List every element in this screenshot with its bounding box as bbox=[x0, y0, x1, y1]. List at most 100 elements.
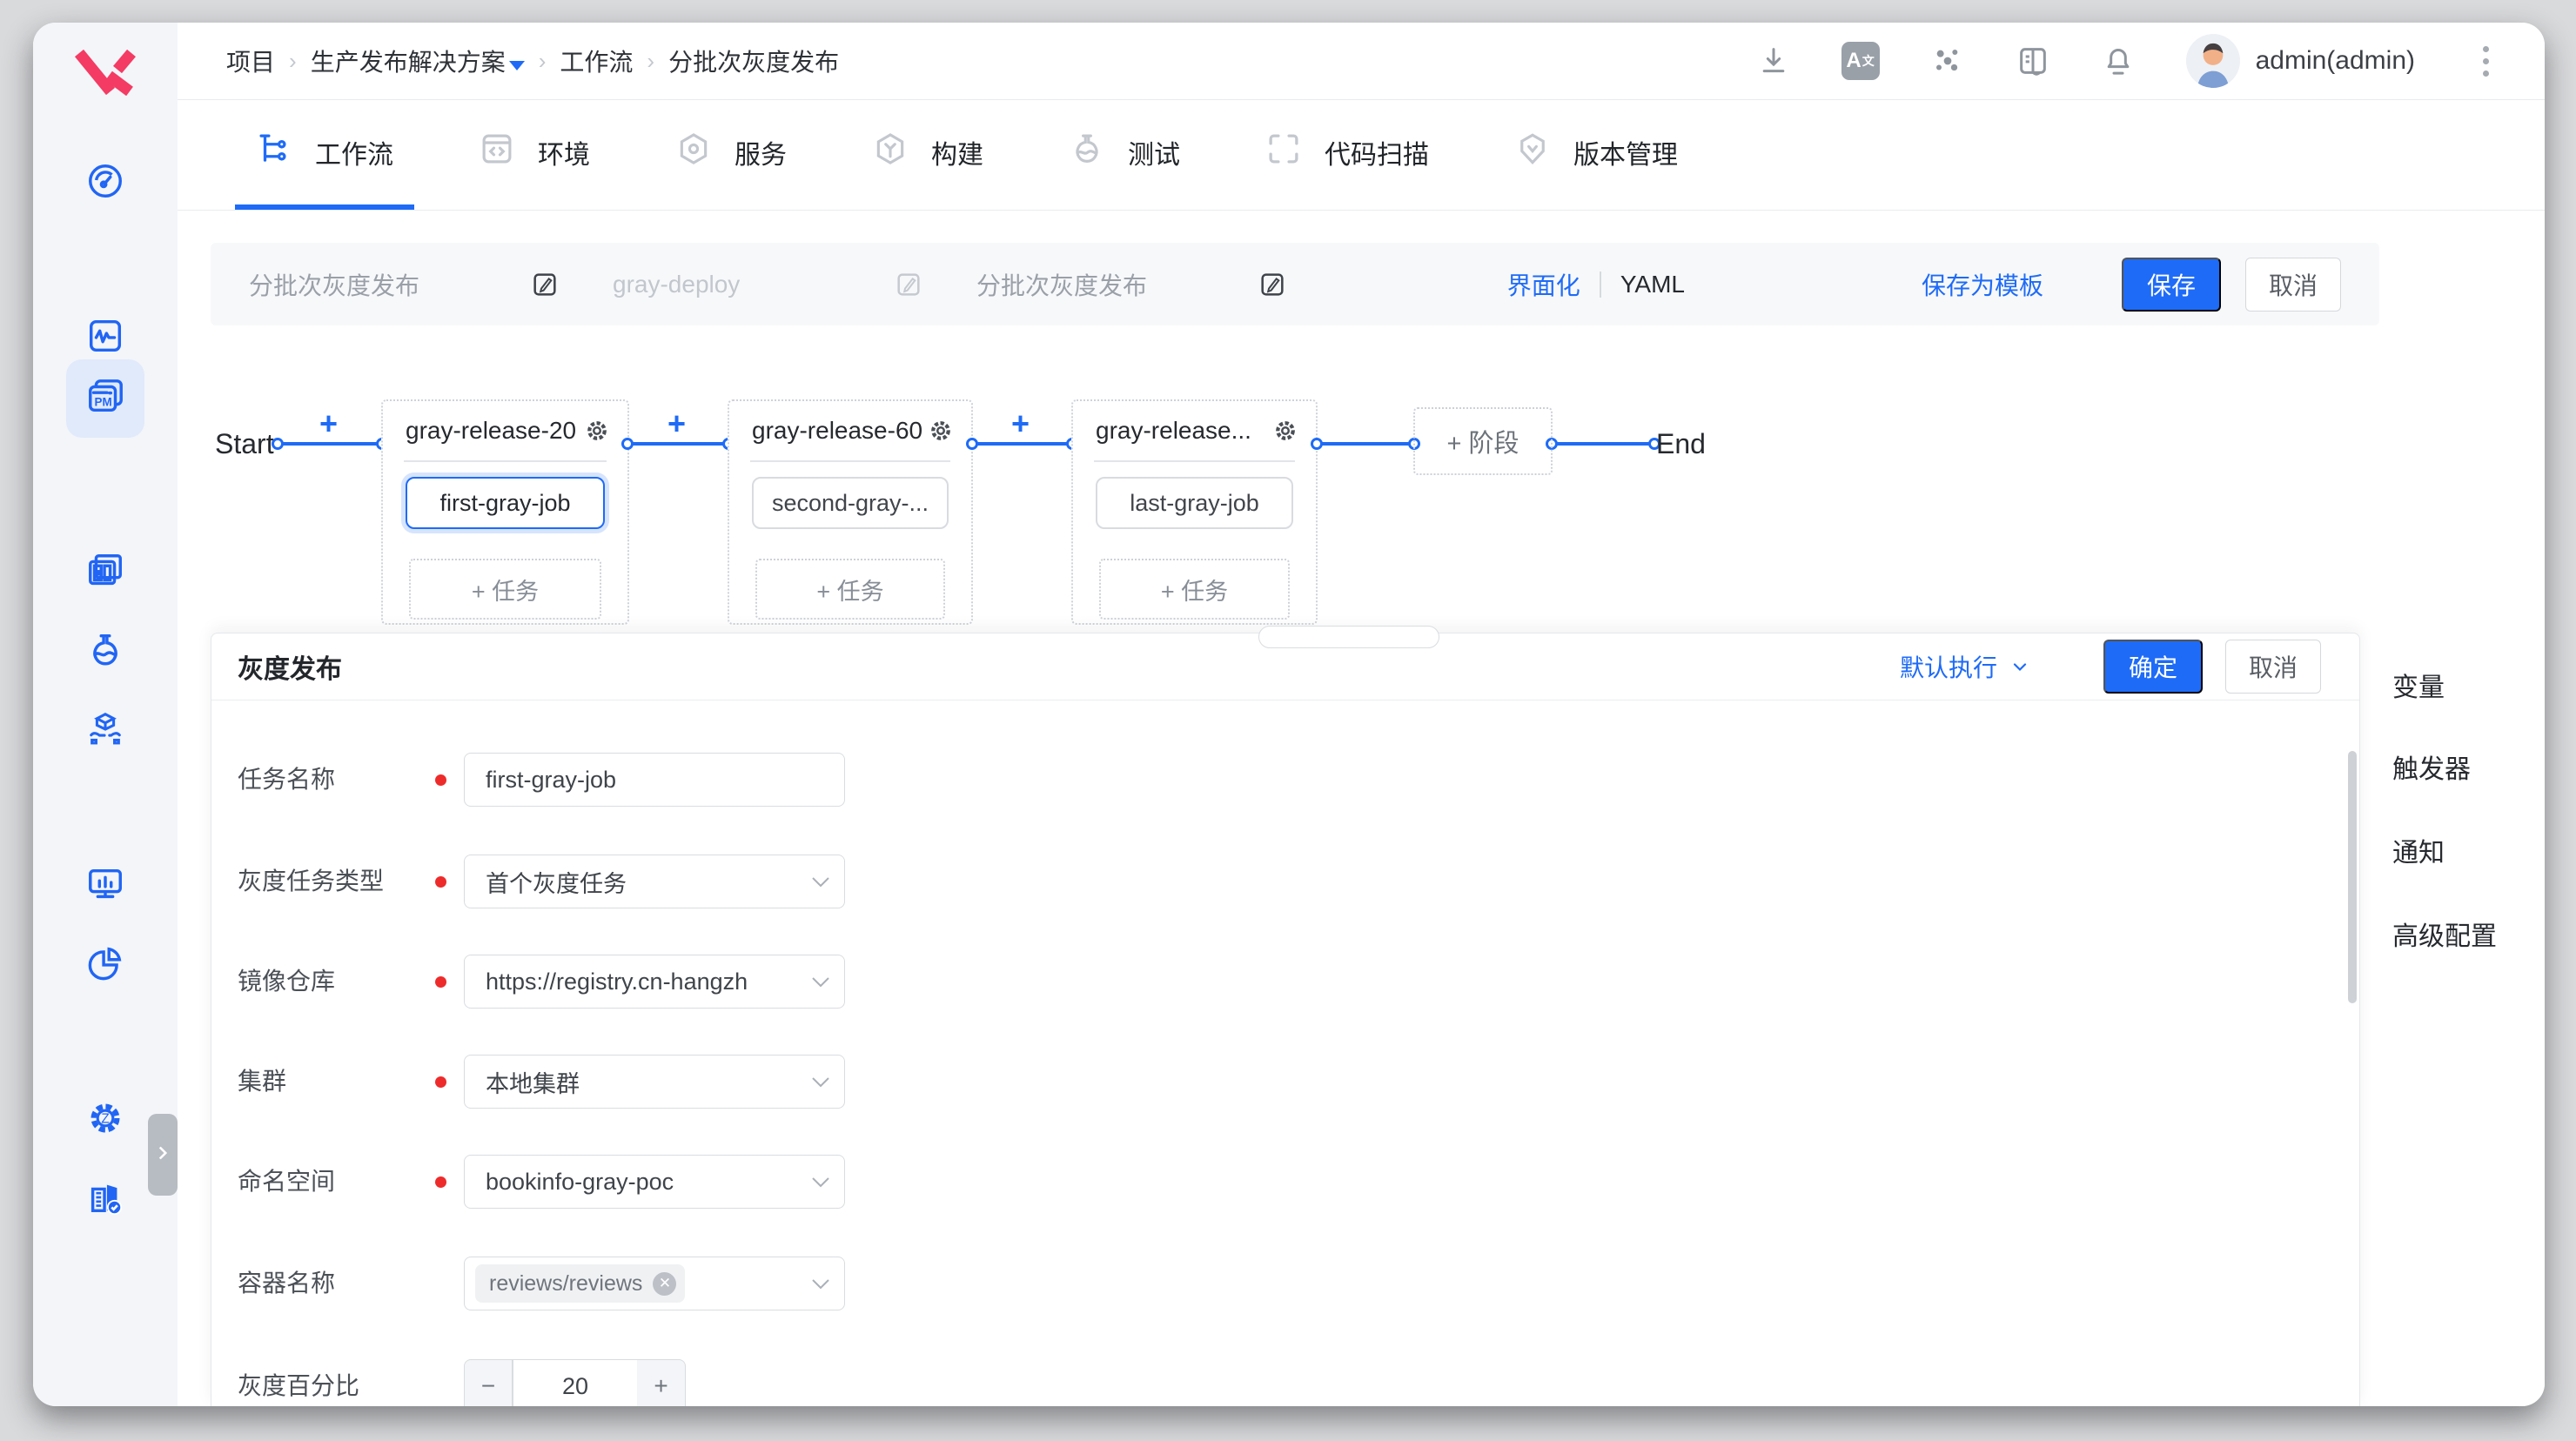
form-row-task-name: 任务名称 bbox=[238, 753, 2324, 807]
main-area: 项目 › 生产发布解决方案 › 工作流 › 分批次灰度发布 A文 admin(a… bbox=[178, 23, 2545, 1406]
execution-mode-select[interactable]: 默认执行 bbox=[1900, 649, 2030, 684]
image-registry-select[interactable]: https://registry.cn-hangzh bbox=[464, 955, 845, 1009]
field-label: 灰度百分比 bbox=[238, 1372, 360, 1399]
sidebar-item-delivery[interactable] bbox=[66, 692, 144, 770]
sidebar-item-reports[interactable] bbox=[66, 533, 144, 612]
form-row-gray-percentage: 灰度百分比 − 20 + bbox=[238, 1359, 2324, 1406]
chip-remove-icon[interactable]: ✕ bbox=[653, 1271, 677, 1296]
select-value: bookinfo-gray-poc bbox=[486, 1168, 674, 1195]
app-window: PM Z 项目 › 生产发布解决方案 › 工作流 › 分批次灰度发布 A 文 a… bbox=[33, 23, 2545, 1406]
settings-gear-icon: Z bbox=[85, 1098, 125, 1143]
namespace-select[interactable]: bookinfo-gray-poc bbox=[464, 1155, 845, 1209]
flask-icon bbox=[85, 630, 125, 674]
add-stage-plus-button[interactable]: + bbox=[667, 405, 686, 442]
sidebar-item-settings[interactable]: Z bbox=[66, 1081, 144, 1159]
chevron-down-icon bbox=[812, 877, 829, 888]
execution-mode-label: 默认执行 bbox=[1899, 654, 1997, 681]
sidebar-collapse-toggle[interactable] bbox=[148, 1114, 178, 1196]
project-pm-icon: PM bbox=[85, 377, 125, 421]
field-label: 镜像仓库 bbox=[238, 968, 336, 995]
gray-percentage-stepper: − 20 + bbox=[464, 1359, 686, 1406]
gray-task-type-select[interactable]: 首个灰度任务 bbox=[464, 855, 845, 908]
select-value: 首个灰度任务 bbox=[486, 870, 627, 897]
stage-settings-gear-icon[interactable] bbox=[584, 418, 610, 444]
workflow-connector bbox=[1546, 438, 1660, 450]
form-row-gray-task-type: 灰度任务类型 首个灰度任务 bbox=[238, 855, 2324, 908]
rail-item-notifications[interactable]: 通知 bbox=[2392, 831, 2445, 869]
svg-text:Z: Z bbox=[101, 1111, 109, 1126]
add-task-button[interactable]: + 任务 bbox=[1099, 559, 1290, 620]
chevron-down-icon bbox=[2013, 663, 2027, 672]
workflow-stage-1: gray-release-20 first-gray-job + 任务 bbox=[381, 399, 629, 625]
add-stage-plus-button[interactable]: + bbox=[319, 405, 338, 442]
workflow-connector bbox=[966, 438, 1078, 450]
task-name-input-value[interactable] bbox=[465, 766, 844, 794]
left-sidebar: PM Z bbox=[33, 23, 178, 1406]
required-dot bbox=[435, 774, 446, 786]
required-dot bbox=[435, 1176, 446, 1188]
field-label: 任务名称 bbox=[238, 766, 336, 793]
form-row-namespace: 命名空间 bookinfo-gray-poc bbox=[238, 1155, 2324, 1209]
stepper-increase-button[interactable]: + bbox=[637, 1359, 686, 1406]
sidebar-item-project-management[interactable]: PM bbox=[66, 359, 144, 438]
stage-name[interactable]: gray-release-60 bbox=[752, 417, 922, 445]
stage-name[interactable]: gray-release... bbox=[1096, 417, 1251, 445]
add-stage-plus-button[interactable]: + bbox=[1011, 405, 1030, 442]
rail-item-triggers[interactable]: 触发器 bbox=[2392, 747, 2471, 786]
cluster-select[interactable]: 本地集群 bbox=[464, 1055, 845, 1109]
add-stage-button[interactable]: + 阶段 bbox=[1413, 407, 1553, 475]
form-row-container-name: 容器名称 reviews/reviews ✕ bbox=[238, 1257, 2324, 1310]
brand-logo-x-icon bbox=[69, 49, 142, 97]
stage-divider bbox=[750, 460, 950, 462]
chevron-down-icon bbox=[812, 1279, 829, 1290]
workflow-connector bbox=[1311, 438, 1420, 450]
field-label: 命名空间 bbox=[238, 1168, 336, 1195]
stepper-value[interactable]: 20 bbox=[513, 1359, 637, 1406]
svg-text:PM: PM bbox=[95, 395, 112, 408]
stage-settings-gear-icon[interactable] bbox=[928, 418, 954, 444]
required-dot bbox=[435, 1076, 446, 1088]
panel-vertical-scrollbar[interactable] bbox=[2348, 751, 2357, 1003]
stepper-decrease-button[interactable]: − bbox=[464, 1359, 513, 1406]
select-value: https://registry.cn-hangzh bbox=[486, 968, 748, 995]
workflow-end-node: End bbox=[1656, 428, 1706, 459]
workflow-start-node: Start bbox=[215, 428, 274, 459]
task-name-input[interactable] bbox=[464, 753, 845, 807]
form-row-cluster: 集群 本地集群 bbox=[238, 1055, 2324, 1109]
rail-item-variables[interactable]: 变量 bbox=[2392, 666, 2445, 704]
job-node[interactable]: last-gray-job bbox=[1096, 477, 1293, 529]
chevron-down-icon bbox=[812, 977, 829, 988]
panel-title: 灰度发布 bbox=[238, 655, 342, 684]
workflow-connector bbox=[621, 438, 735, 450]
sidebar-item-analytics[interactable] bbox=[66, 926, 144, 1004]
select-value: 本地集群 bbox=[486, 1070, 580, 1097]
sidebar-item-test[interactable] bbox=[66, 613, 144, 691]
chip-label: reviews/reviews bbox=[489, 1270, 643, 1296]
confirm-button[interactable]: 确定 bbox=[2103, 640, 2203, 694]
required-dot bbox=[435, 876, 446, 888]
sidebar-item-ops-monitor[interactable] bbox=[66, 847, 144, 925]
pie-chart-icon bbox=[85, 943, 125, 988]
workflow-stage-3: gray-release... last-gray-job + 任务 bbox=[1071, 399, 1318, 625]
job-node-selected[interactable]: first-gray-job bbox=[406, 477, 605, 529]
rail-item-advanced-config[interactable]: 高级配置 bbox=[2392, 915, 2497, 953]
monitor-chart-icon bbox=[85, 864, 125, 908]
panel-cancel-button[interactable]: 取消 bbox=[2225, 640, 2321, 694]
sidebar-item-dashboard[interactable] bbox=[66, 144, 144, 222]
job-node[interactable]: second-gray-... bbox=[752, 477, 949, 529]
sidebar-item-organization[interactable] bbox=[66, 1160, 144, 1238]
canvas-horizontal-scrollbar[interactable] bbox=[1258, 626, 1439, 648]
stage-name[interactable]: gray-release-20 bbox=[406, 417, 576, 445]
stage-settings-gear-icon[interactable] bbox=[1272, 418, 1298, 444]
field-label: 容器名称 bbox=[238, 1270, 336, 1297]
workflow-connector bbox=[272, 438, 388, 450]
field-label: 集群 bbox=[238, 1068, 287, 1095]
chevron-down-icon bbox=[812, 1077, 829, 1088]
container-name-multiselect[interactable]: reviews/reviews ✕ bbox=[464, 1257, 845, 1310]
workflow-stage-2: gray-release-60 second-gray-... + 任务 bbox=[728, 399, 973, 625]
add-task-button[interactable]: + 任务 bbox=[409, 559, 601, 620]
add-task-button[interactable]: + 任务 bbox=[755, 559, 945, 620]
delivery-package-icon bbox=[85, 709, 125, 754]
form-row-image-registry: 镜像仓库 https://registry.cn-hangzh bbox=[238, 955, 2324, 1009]
field-label: 灰度任务类型 bbox=[238, 868, 385, 895]
